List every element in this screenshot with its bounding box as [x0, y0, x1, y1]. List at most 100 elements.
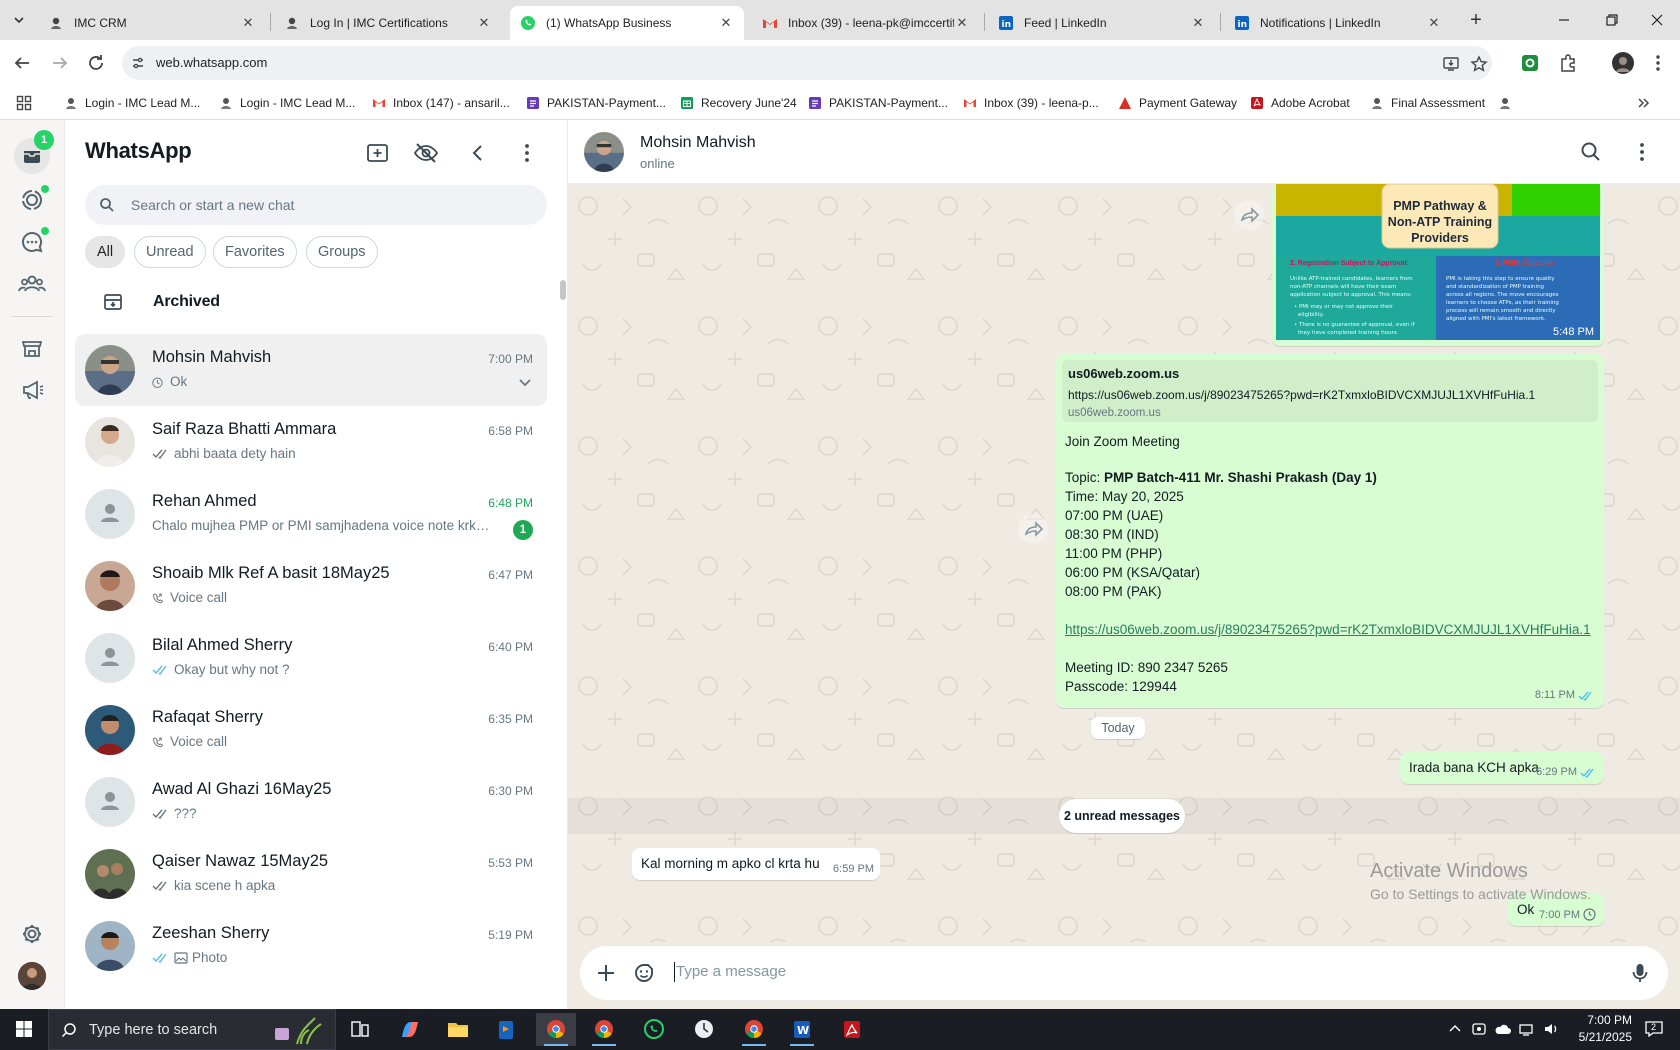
browser-tab-linkedin-notifications[interactable]: in Notifications | LinkedIn ✕: [1224, 6, 1452, 40]
browser-tab-gmail[interactable]: Inbox (39) - leena-pk@imccertif ✕: [752, 6, 980, 40]
chat-row-rehan-ahmed[interactable]: Rehan Ahmed 6:48 PM Chalo mujhea PMP or …: [75, 478, 547, 550]
close-tab-icon[interactable]: ✕: [1190, 15, 1206, 31]
profile-avatar[interactable]: [1612, 52, 1634, 74]
notifications-icon[interactable]: 2: [1644, 1020, 1666, 1038]
browser-tab-linkedin-feed[interactable]: in Feed | LinkedIn ✕: [988, 6, 1216, 40]
chevron-down-icon[interactable]: [517, 374, 533, 390]
show-hidden-icons-icon[interactable]: [1446, 1020, 1464, 1038]
bookmark-pakistan-payment-2[interactable]: PAKISTAN-Payment...: [808, 93, 948, 113]
browser-tab-imc-crm[interactable]: IMC CRM ✕: [38, 6, 266, 40]
conversation-header[interactable]: Mohsin Mahvish online: [568, 120, 1680, 184]
bookmark-star-icon[interactable]: [1470, 55, 1488, 73]
word-icon[interactable]: W: [782, 1013, 822, 1046]
address-bar[interactable]: web.whatsapp.com: [122, 46, 1492, 80]
tray-app-icon[interactable]: [1470, 1020, 1488, 1038]
forward-arrow-icon[interactable]: [1234, 200, 1264, 230]
bookmark-pakistan-payment-1[interactable]: PAKISTAN-Payment...: [526, 93, 666, 113]
conversation-menu-icon[interactable]: [1630, 140, 1654, 164]
collapse-left-icon[interactable]: [465, 140, 491, 166]
network-icon[interactable]: [1518, 1020, 1536, 1038]
filter-unread-chip[interactable]: Unread: [134, 236, 206, 268]
extension-green-icon[interactable]: [1520, 53, 1540, 73]
advertise-megaphone-icon[interactable]: [16, 374, 48, 406]
reload-icon[interactable]: [84, 51, 108, 75]
emoji-sticker-icon[interactable]: [632, 961, 656, 985]
whatsapp-taskbar-icon[interactable]: [634, 1013, 674, 1046]
zoom-meeting-link[interactable]: https://us06web.zoom.us/j/89023475265?pw…: [1065, 622, 1591, 637]
outgoing-message-bubble[interactable]: Irada bana KCH apka 6:29 PM: [1400, 752, 1604, 784]
archived-row[interactable]: Archived: [85, 280, 547, 324]
chat-row-bilal-ahmed[interactable]: Bilal Ahmed Sherry 6:40 PM Okay but why …: [75, 622, 547, 694]
bookmark-extra[interactable]: [1498, 93, 1519, 113]
browser-tab-imc-login[interactable]: Log In | IMC Certifications ✕: [274, 6, 502, 40]
restore-window-button[interactable]: [1600, 8, 1624, 32]
install-app-icon[interactable]: [1442, 55, 1460, 73]
search-input[interactable]: Search or start a new chat: [85, 185, 547, 225]
filter-all-chip[interactable]: All: [85, 236, 126, 268]
chat-row-rafaqat-sherry[interactable]: Rafaqat Sherry 6:35 PM Voice call: [75, 694, 547, 766]
chat-row-qaiser-nawaz[interactable]: Qaiser Nawaz 15May25 5:53 PM kia scene h…: [75, 838, 547, 910]
task-view-icon[interactable]: [340, 1013, 380, 1046]
chat-row-zeeshan-sherry[interactable]: Zeeshan Sherry 5:19 PM Photo: [75, 910, 547, 982]
forward-arrow-icon[interactable]: [48, 51, 72, 75]
browser-tab-whatsapp[interactable]: (1) WhatsApp Business ✕: [510, 6, 744, 40]
chrome-profile-3-icon[interactable]: [734, 1013, 774, 1046]
settings-gear-icon[interactable]: [16, 918, 48, 950]
close-tab-icon[interactable]: ✕: [1426, 15, 1442, 31]
link-preview-card[interactable]: us06web.zoom.us https://us06web.zoom.us/…: [1062, 360, 1598, 422]
bookmark-final-assessment[interactable]: Final Assessment: [1370, 93, 1485, 113]
site-info-icon[interactable]: [130, 55, 146, 71]
filter-favorites-chip[interactable]: Favorites: [213, 236, 297, 268]
close-tab-icon[interactable]: ✕: [954, 15, 970, 31]
microphone-icon[interactable]: [1628, 961, 1652, 985]
bookmark-imc-lead-2[interactable]: Login - IMC Lead M...: [219, 93, 355, 113]
forward-arrow-icon[interactable]: [1018, 514, 1048, 544]
chat-row-shoaib-mlk[interactable]: Shoaib Mlk Ref A basit 18May25 6:47 PM V…: [75, 550, 547, 622]
chat-row-saif-raza[interactable]: Saif Raza Bhatti Ammara 6:58 PM abhi baa…: [75, 406, 547, 478]
browser-menu-icon[interactable]: [1648, 53, 1668, 73]
onedrive-cloud-icon[interactable]: [1494, 1020, 1512, 1038]
contact-avatar[interactable]: [584, 132, 624, 172]
incoming-message-bubble[interactable]: Kal morning m apko cl krta hu 6:59 PM: [632, 848, 880, 880]
tab-search-icon[interactable]: [6, 8, 32, 32]
message-area[interactable]: Unlike ATP-trained candidates, learners …: [568, 184, 1680, 942]
bookmark-inbox-147[interactable]: Inbox (147) - ansaril...: [372, 93, 510, 113]
windows-start-icon[interactable]: [0, 1009, 48, 1050]
image-message-bubble[interactable]: Unlike ATP-trained candidates, learners …: [1272, 184, 1604, 346]
back-arrow-icon[interactable]: [10, 51, 34, 75]
close-tab-icon[interactable]: ✕: [240, 15, 256, 31]
close-tab-icon[interactable]: ✕: [718, 15, 734, 31]
hide-eye-icon[interactable]: [413, 140, 439, 166]
taskbar-search-input[interactable]: Type here to search: [48, 1009, 336, 1050]
close-tab-icon[interactable]: ✕: [476, 15, 492, 31]
chrome-profile-2-icon[interactable]: [584, 1013, 624, 1046]
app-icon-blue[interactable]: [486, 1013, 526, 1046]
bookmark-payment-gateway[interactable]: Payment Gateway: [1118, 93, 1237, 113]
chatlist-menu-icon[interactable]: [514, 140, 540, 166]
bookmark-inbox-39[interactable]: Inbox (39) - leena-p...: [963, 93, 1099, 113]
acrobat-taskbar-icon[interactable]: [832, 1013, 872, 1046]
close-window-button[interactable]: [1645, 8, 1669, 32]
filter-groups-chip[interactable]: Groups: [306, 236, 378, 268]
message-input[interactable]: Type a message: [676, 963, 786, 980]
extensions-puzzle-icon[interactable]: [1558, 53, 1578, 73]
file-explorer-icon[interactable]: [438, 1013, 478, 1046]
taskbar-clock[interactable]: 7:00 PM 5/21/2025: [1579, 1012, 1632, 1046]
bookmark-imc-lead-1[interactable]: Login - IMC Lead M...: [64, 93, 200, 113]
volume-icon[interactable]: [1542, 1020, 1560, 1038]
new-chat-icon[interactable]: [365, 140, 391, 166]
catalog-store-icon[interactable]: [16, 332, 48, 364]
search-messages-icon[interactable]: [1579, 140, 1603, 164]
apps-grid-icon[interactable]: [16, 93, 32, 113]
chrome-taskbar-icon[interactable]: [536, 1013, 576, 1046]
clock-app-icon[interactable]: [684, 1013, 724, 1046]
new-tab-button[interactable]: +: [1464, 9, 1488, 33]
attach-plus-icon[interactable]: [594, 961, 618, 985]
chat-row-awad-al-ghazi[interactable]: Awad Al Ghazi 16May25 6:30 PM ???: [75, 766, 547, 838]
chat-row-mohsin-mahvish[interactable]: Mohsin Mahvish 7:00 PM Ok: [75, 334, 547, 406]
my-profile-avatar[interactable]: [18, 962, 46, 990]
minimize-window-button[interactable]: [1552, 8, 1576, 32]
communities-icon[interactable]: [16, 268, 48, 300]
zoom-invite-message-bubble[interactable]: us06web.zoom.us https://us06web.zoom.us/…: [1056, 354, 1604, 708]
copilot-icon[interactable]: [390, 1013, 430, 1046]
